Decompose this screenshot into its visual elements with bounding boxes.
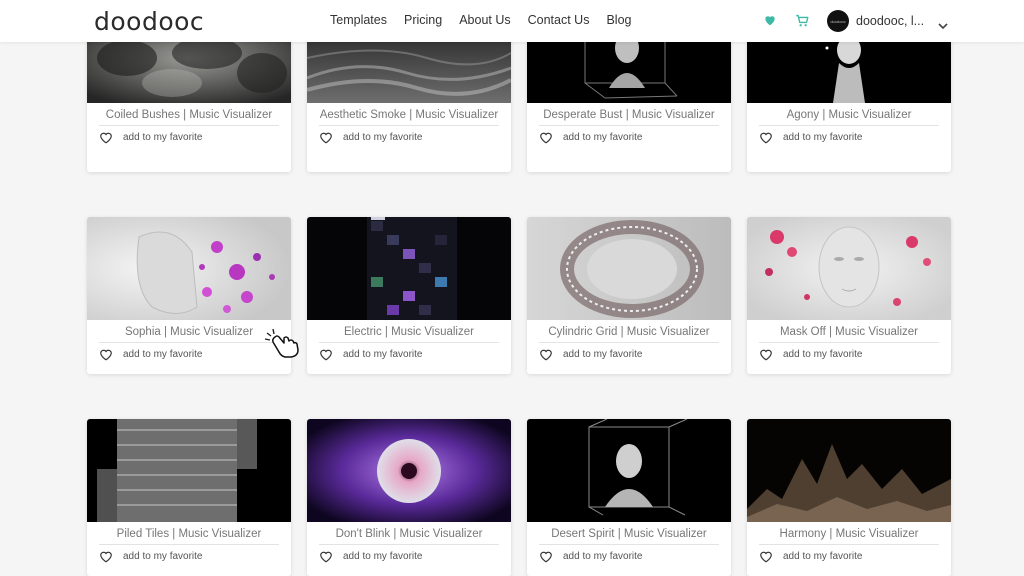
heart-outline-icon (540, 132, 552, 144)
chevron-down-icon[interactable] (938, 17, 948, 30)
template-thumbnail[interactable] (527, 217, 731, 320)
template-card[interactable]: Mask Off | Music Visualizer add to my fa… (747, 217, 951, 374)
template-title[interactable]: Desperate Bust | Music Visualizer (539, 107, 719, 126)
add-to-favorite-button[interactable]: add to my favorite (759, 131, 862, 144)
template-card[interactable]: Electric | Music Visualizer add to my fa… (307, 217, 511, 374)
favorites-heart-icon[interactable] (763, 13, 779, 29)
heart-outline-icon (320, 132, 332, 144)
heart-outline-icon (760, 349, 772, 361)
heart-outline-icon (760, 132, 772, 144)
template-thumbnail[interactable] (527, 419, 731, 522)
template-title[interactable]: Electric | Music Visualizer (319, 324, 499, 343)
template-card[interactable]: Harmony | Music Visualizer add to my fav… (747, 419, 951, 576)
template-title[interactable]: Piled Tiles | Music Visualizer (99, 526, 279, 545)
hand-cursor-icon (264, 328, 302, 358)
add-to-favorite-button[interactable]: add to my favorite (759, 550, 862, 563)
template-title[interactable]: Cylindric Grid | Music Visualizer (539, 324, 719, 343)
add-to-favorite-button[interactable]: add to my favorite (319, 348, 422, 361)
template-card[interactable]: Piled Tiles | Music Visualizer add to my… (87, 419, 291, 576)
template-card[interactable]: Aesthetic Smoke | Music Visualizer add t… (307, 28, 511, 172)
nav-contact-us[interactable]: Contact Us (528, 13, 590, 27)
add-to-favorite-button[interactable]: add to my favorite (759, 348, 862, 361)
template-card[interactable]: Coiled Bushes | Music Visualizer add to … (87, 28, 291, 172)
template-thumbnail[interactable] (747, 419, 951, 522)
add-to-favorite-button[interactable]: add to my favorite (99, 131, 202, 144)
template-title[interactable]: Desert Spirit | Music Visualizer (539, 526, 719, 545)
template-thumbnail[interactable] (747, 217, 951, 320)
template-thumbnail[interactable] (87, 217, 291, 320)
heart-outline-icon (100, 349, 112, 361)
heart-outline-icon (760, 551, 772, 563)
heart-outline-icon (540, 349, 552, 361)
heart-outline-icon (100, 132, 112, 144)
logo[interactable]: doodooc (94, 7, 204, 36)
nav-blog[interactable]: Blog (606, 13, 631, 27)
add-to-favorite-button[interactable]: add to my favorite (539, 348, 642, 361)
cart-icon[interactable] (795, 13, 811, 29)
add-to-favorite-button[interactable]: add to my favorite (99, 550, 202, 563)
main-nav: Templates Pricing About Us Contact Us Bl… (330, 13, 632, 27)
add-to-favorite-button[interactable]: add to my favorite (539, 550, 642, 563)
heart-outline-icon (320, 349, 332, 361)
template-thumbnail[interactable] (307, 217, 511, 320)
heart-outline-icon (540, 551, 552, 563)
template-card[interactable]: Desperate Bust | Music Visualizer add to… (527, 28, 731, 172)
add-to-favorite-button[interactable]: add to my favorite (99, 348, 202, 361)
heart-outline-icon (320, 551, 332, 563)
template-title[interactable]: Agony | Music Visualizer (759, 107, 939, 126)
template-card[interactable]: Agony | Music Visualizer add to my favor… (747, 28, 951, 172)
template-card[interactable]: Cylindric Grid | Music Visualizer add to… (527, 217, 731, 374)
template-thumbnail[interactable] (307, 419, 511, 522)
add-to-favorite-button[interactable]: add to my favorite (539, 131, 642, 144)
nav-about-us[interactable]: About Us (459, 13, 510, 27)
template-card[interactable]: Sophia | Music Visualizer add to my favo… (87, 217, 291, 374)
template-title[interactable]: Mask Off | Music Visualizer (759, 324, 939, 343)
template-title[interactable]: Coiled Bushes | Music Visualizer (99, 107, 279, 126)
header-actions: doodooc doodooc, l... (763, 10, 948, 32)
heart-outline-icon (100, 551, 112, 563)
template-card[interactable]: Desert Spirit | Music Visualizer add to … (527, 419, 731, 576)
template-thumbnail[interactable] (87, 419, 291, 522)
avatar[interactable]: doodooc (827, 10, 849, 32)
template-title[interactable]: Aesthetic Smoke | Music Visualizer (319, 107, 499, 126)
template-title[interactable]: Harmony | Music Visualizer (759, 526, 939, 545)
template-title[interactable]: Sophia | Music Visualizer (99, 324, 279, 343)
add-to-favorite-button[interactable]: add to my favorite (319, 550, 422, 563)
template-card[interactable]: Don't Blink | Music Visualizer add to my… (307, 419, 511, 576)
nav-pricing[interactable]: Pricing (404, 13, 442, 27)
nav-templates[interactable]: Templates (330, 13, 387, 27)
template-title[interactable]: Don't Blink | Music Visualizer (319, 526, 499, 545)
user-name[interactable]: doodooc, l... (856, 14, 924, 28)
add-to-favorite-button[interactable]: add to my favorite (319, 131, 422, 144)
top-header: doodooc Templates Pricing About Us Conta… (0, 0, 1024, 42)
